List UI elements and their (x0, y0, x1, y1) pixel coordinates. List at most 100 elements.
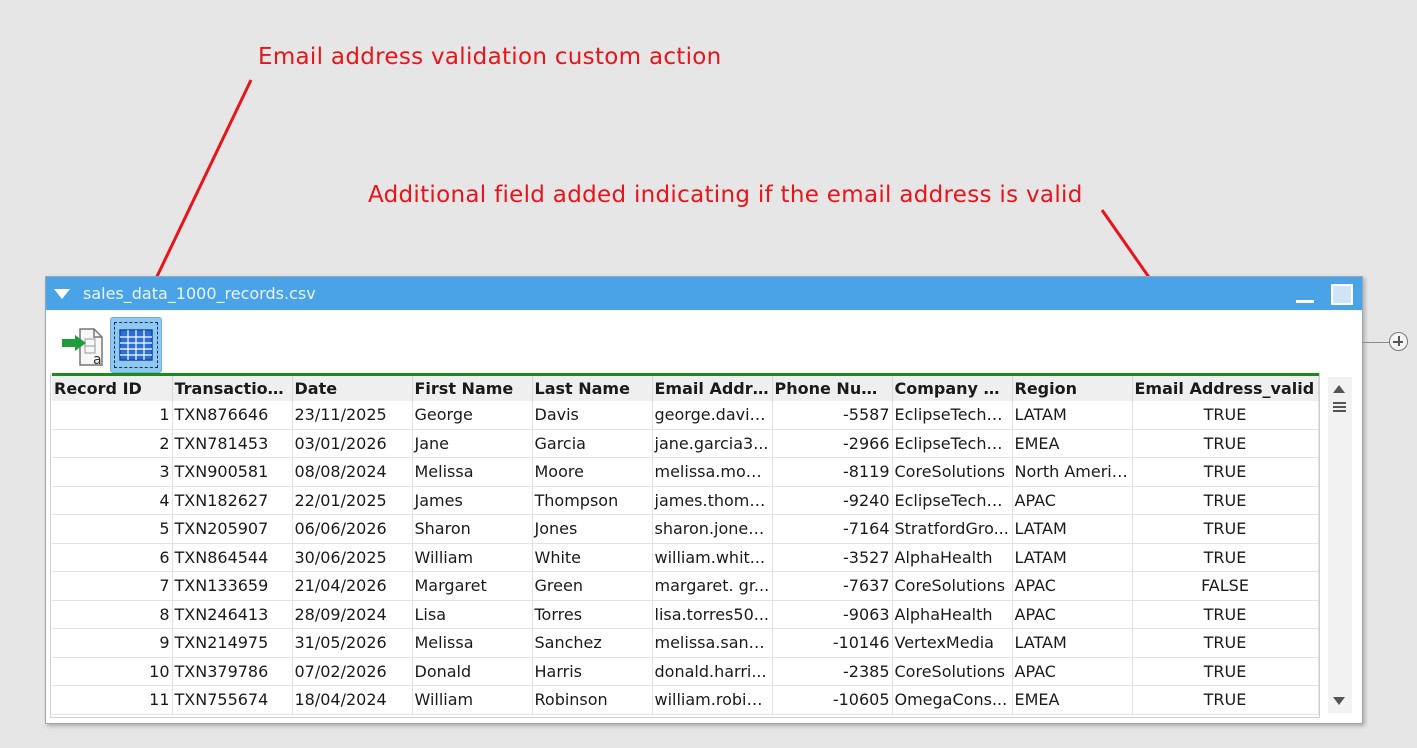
table-cell: 23/11/2025 (292, 400, 413, 430)
table-cell: william.robin... (652, 685, 773, 715)
table-cell: TRUE (1132, 685, 1319, 715)
column-header[interactable]: Phone Num... (772, 373, 893, 401)
scroll-up-icon[interactable] (1333, 385, 1345, 393)
collapse-icon[interactable] (54, 289, 70, 299)
table-cell: Margaret (412, 571, 533, 601)
table-cell: 22/01/2025 (292, 486, 413, 515)
table-row[interactable]: 4 TXN182627 22/01/2025 James Thompson james.t… (52, 486, 1319, 515)
table-cell: North America (1012, 457, 1133, 487)
table-cell: William (412, 685, 533, 715)
table-row[interactable]: 2 TXN781453 03/01/2026 Jane Garcia jane.garci… (52, 429, 1319, 458)
column-header[interactable]: Email Address_valid (1132, 373, 1319, 401)
minimize-button[interactable] (1296, 285, 1316, 305)
table-cell: TRUE (1132, 514, 1319, 544)
table-cell: 8 (52, 600, 173, 629)
column-header[interactable]: Date (292, 373, 413, 401)
table-cell: 10 (52, 657, 173, 686)
table-cell: TRUE (1132, 429, 1319, 458)
table-cell: James (412, 486, 533, 515)
table-cell: 18/04/2024 (292, 685, 413, 715)
table-cell: 06/06/2026 (292, 514, 413, 544)
data-table: Record ID Transaction ID Date First Name Las… (52, 373, 1319, 715)
table-cell: 3 (52, 457, 173, 487)
column-header[interactable]: Region (1012, 373, 1133, 401)
table-row[interactable]: 7 TXN133659 21/04/2026 Margaret Green margare… (52, 571, 1319, 601)
table-row[interactable]: 3 TXN900581 08/08/2024 Melissa Moore melissa.… (52, 457, 1319, 487)
data-viewer-window: sales_data_1000_records.csv a Record ID … (45, 276, 1363, 724)
table-cell: Lisa (412, 600, 533, 629)
column-header[interactable]: Company N... (892, 373, 1013, 401)
table-cell: EclipseTechn... (892, 429, 1013, 458)
table-cell: LATAM (1012, 400, 1133, 430)
table-cell: -2966 (772, 429, 893, 458)
table-cell: Moore (532, 457, 653, 487)
table-cell: EMEA (1012, 429, 1133, 458)
annotation-new-field: Additional field added indicating if the… (368, 182, 1083, 208)
table-row[interactable]: 11 TXN755674 18/04/2024 William Robinson will… (52, 685, 1319, 715)
table-cell: TRUE (1132, 457, 1319, 487)
toolbar: a (52, 317, 652, 375)
table-cell: APAC (1012, 571, 1133, 601)
table-cell: TXN133659 (172, 571, 293, 601)
table-row[interactable]: 9 TXN214975 31/05/2026 Melissa Sanchez meliss… (52, 628, 1319, 658)
table-cell: 6 (52, 543, 173, 572)
table-cell: EclipseTechn... (892, 486, 1013, 515)
svg-text:a: a (93, 352, 102, 368)
table-cell: 08/08/2024 (292, 457, 413, 487)
table-cell: TRUE (1132, 628, 1319, 658)
table-cell: Davis (532, 400, 653, 430)
table-cell: -7164 (772, 514, 893, 544)
table-cell: CoreSolutions (892, 457, 1013, 487)
column-header[interactable]: Last Name (532, 373, 653, 401)
table-cell: TXN781453 (172, 429, 293, 458)
table-cell: FALSE (1132, 571, 1319, 601)
scroll-down-icon[interactable] (1333, 697, 1345, 705)
table-cell: TXN182627 (172, 486, 293, 515)
table-cell: 11 (52, 685, 173, 715)
table-cell: LATAM (1012, 514, 1133, 544)
table-cell: 1 (52, 400, 173, 430)
table-cell: 2 (52, 429, 173, 458)
table-cell: TRUE (1132, 657, 1319, 686)
table-cell: Donald (412, 657, 533, 686)
table-cell: 21/04/2026 (292, 571, 413, 601)
column-header[interactable]: Email Address (652, 373, 773, 401)
table-cell: LATAM (1012, 543, 1133, 572)
export-to-table-button[interactable]: a (58, 317, 110, 373)
table-cell: Jones (532, 514, 653, 544)
table-cell: 5 (52, 514, 173, 544)
table-row[interactable]: 1 TXN876646 23/11/2025 George Davis george.da… (52, 400, 1319, 430)
output-connector-line (1362, 342, 1390, 343)
table-row[interactable]: 6 TXN864544 30/06/2025 William White william.… (52, 543, 1319, 572)
table-cell: TRUE (1132, 486, 1319, 515)
table-view-button[interactable] (110, 317, 162, 373)
table-cell: TXN755674 (172, 685, 293, 715)
table-cell: melissa.moor... (652, 457, 773, 487)
vertical-scrollbar[interactable] (1328, 377, 1352, 713)
table-cell: -9240 (772, 486, 893, 515)
window-titlebar: sales_data_1000_records.csv (46, 277, 1362, 310)
table-cell: 4 (52, 486, 173, 515)
table-cell: jane.garcia3... (652, 429, 773, 458)
table-row[interactable]: 5 TXN205907 06/06/2026 Sharon Jones sharon.jo… (52, 514, 1319, 544)
table-cell: 03/01/2026 (292, 429, 413, 458)
table-cell: APAC (1012, 657, 1133, 686)
table-cell: TXN900581 (172, 457, 293, 487)
column-header[interactable]: First Name (412, 373, 533, 401)
table-row[interactable]: 10 TXN379786 07/02/2026 Donald Harris donald.… (52, 657, 1319, 686)
table-cell: TXN876646 (172, 400, 293, 430)
table-cell: -9063 (772, 600, 893, 629)
table-cell: 7 (52, 571, 173, 601)
table-row[interactable]: 8 TXN246413 28/09/2024 Lisa Torres lisa.torre… (52, 600, 1319, 629)
add-step-plus-icon[interactable] (1389, 332, 1408, 351)
table-cell: Garcia (532, 429, 653, 458)
table-cell: TRUE (1132, 600, 1319, 629)
column-header[interactable]: Record ID (52, 373, 173, 401)
scroll-thumb-grip-icon[interactable] (1333, 402, 1346, 413)
table-cell: 07/02/2026 (292, 657, 413, 686)
header-row: Record ID Transaction ID Date First Name Las… (52, 373, 1319, 401)
table-cell: Harris (532, 657, 653, 686)
column-header[interactable]: Transaction ID (172, 373, 293, 401)
table-cell: sharon.jones... (652, 514, 773, 544)
maximize-button[interactable] (1331, 284, 1353, 305)
